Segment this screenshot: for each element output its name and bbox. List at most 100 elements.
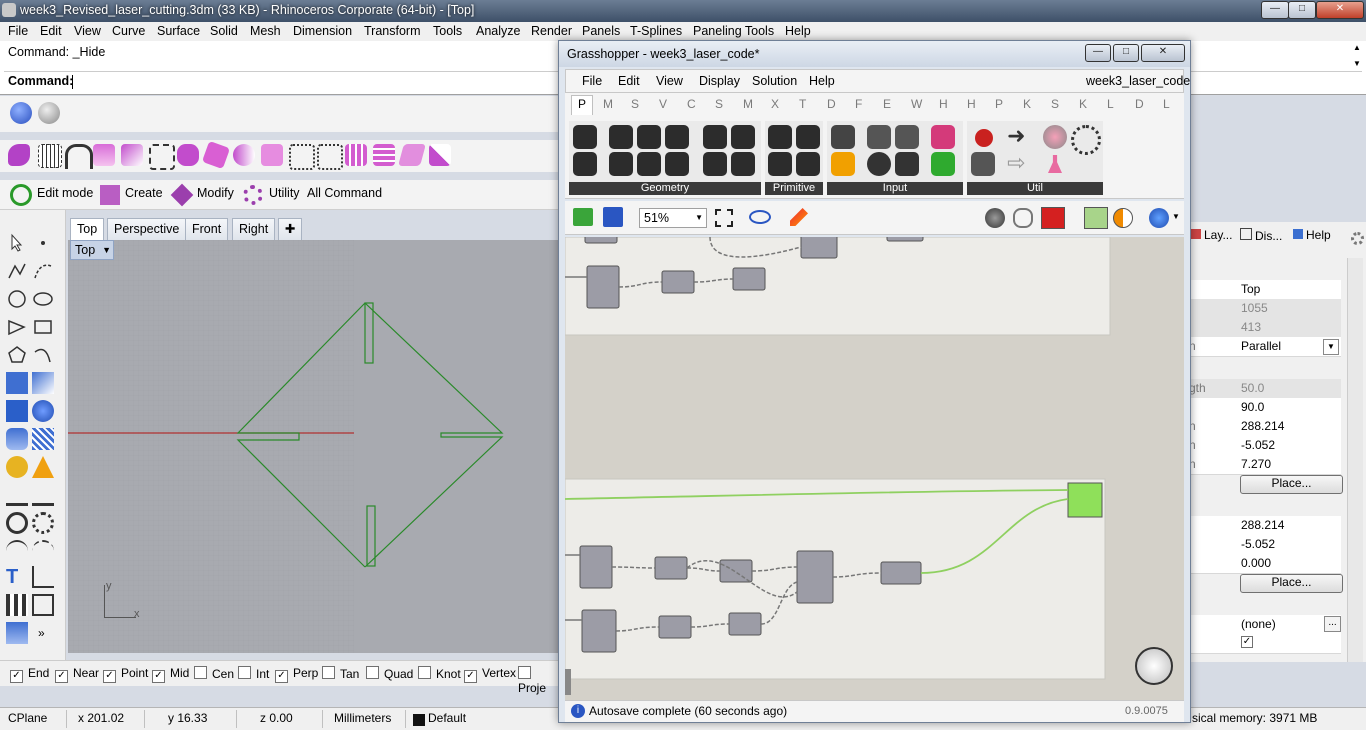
- gh-tab-transform[interactable]: T: [799, 97, 806, 111]
- split-icon[interactable]: [32, 484, 54, 506]
- gh-tab-s[interactable]: S: [1051, 97, 1059, 111]
- gh-menu-help[interactable]: Help: [809, 74, 835, 88]
- tab-create[interactable]: Create: [125, 186, 163, 200]
- gh-menu-view[interactable]: View: [656, 74, 683, 88]
- tab-right[interactable]: Right: [232, 218, 276, 240]
- sphere-icon[interactable]: [32, 400, 54, 422]
- add-viewport-icon[interactable]: ✚: [278, 218, 303, 240]
- menu-paneling-tools[interactable]: Paneling Tools: [693, 24, 774, 38]
- snap-int[interactable]: Int: [238, 666, 269, 681]
- boolean-param-icon[interactable]: [768, 125, 792, 149]
- menu-tsplines[interactable]: T-Splines: [630, 24, 682, 38]
- display-options-icon[interactable]: [1149, 208, 1169, 228]
- plane-param-icon[interactable]: [665, 125, 689, 149]
- top-viewport[interactable]: Top ▼ y x: [68, 240, 560, 653]
- tab-help[interactable]: Help: [1293, 228, 1331, 242]
- snap-vertex[interactable]: ✓ Vertex: [464, 666, 516, 683]
- snap-tan-checkbox[interactable]: [322, 666, 335, 679]
- menu-solid[interactable]: Solid: [210, 24, 238, 38]
- command-scroll-up[interactable]: ▲: [1350, 43, 1364, 55]
- gh-tab-curve[interactable]: C: [687, 97, 696, 111]
- tab-top[interactable]: Top: [70, 218, 105, 240]
- cluster-icon[interactable]: [1071, 125, 1101, 155]
- gh-tab-mesh[interactable]: M: [743, 97, 753, 111]
- menu-dimension[interactable]: Dimension: [293, 24, 352, 38]
- menu-surface[interactable]: Surface: [157, 24, 200, 38]
- gh-menu-edit[interactable]: Edit: [618, 74, 640, 88]
- tab-front[interactable]: Front: [185, 218, 229, 240]
- zoom-dropdown[interactable]: 51% ▼: [639, 208, 707, 228]
- menu-analyze[interactable]: Analyze: [476, 24, 520, 38]
- prop-value[interactable]: Parallel: [1241, 339, 1281, 353]
- line-param-icon[interactable]: [637, 152, 661, 176]
- integer-param-icon[interactable]: [768, 152, 792, 176]
- grid-view-icon[interactable]: [6, 594, 28, 616]
- arc-icon[interactable]: [6, 316, 28, 338]
- preview-mesh-icon[interactable]: [1113, 208, 1133, 228]
- snap-quad-checkbox[interactable]: [366, 666, 379, 679]
- snap-point-checkbox[interactable]: ✓: [103, 670, 116, 683]
- prop-value[interactable]: -5.052: [1241, 438, 1275, 452]
- snap-near-checkbox[interactable]: ✓: [55, 670, 68, 683]
- sketch-pen-icon[interactable]: [790, 208, 808, 226]
- snap-vertex-checkbox[interactable]: ✓: [464, 670, 477, 683]
- group-primitive-label[interactable]: Primitive: [765, 182, 823, 195]
- navigation-compass-icon[interactable]: [1135, 647, 1173, 685]
- gh-tab-k1[interactable]: K: [1023, 97, 1031, 111]
- more-tools-icon[interactable]: »: [38, 626, 60, 648]
- gh-tab-h2[interactable]: H: [967, 97, 976, 111]
- gh-tab-intersect[interactable]: X: [771, 97, 779, 111]
- ellipse-icon[interactable]: [32, 288, 54, 310]
- point-icon[interactable]: [32, 232, 54, 254]
- blob-shape-icon[interactable]: [8, 144, 30, 166]
- menu-file[interactable]: File: [8, 24, 28, 38]
- snap-end-checkbox[interactable]: ✓: [10, 670, 23, 683]
- save-file-icon[interactable]: [603, 207, 623, 227]
- circle-param-icon[interactable]: [609, 125, 633, 149]
- menu-render[interactable]: Render: [531, 24, 572, 38]
- chevron-down-icon[interactable]: ▼: [1323, 339, 1339, 355]
- arc-param-icon[interactable]: [609, 152, 633, 176]
- tab-utility[interactable]: Utility: [269, 186, 300, 200]
- grid-points-icon[interactable]: [38, 144, 62, 168]
- menu-transform[interactable]: Transform: [364, 24, 421, 38]
- snap-end[interactable]: ✓ End: [10, 666, 49, 683]
- prop-value[interactable]: 288.214: [1241, 419, 1284, 433]
- select-arrow-icon[interactable]: [6, 232, 28, 254]
- bend-icon[interactable]: [121, 144, 143, 166]
- gh-menu-file[interactable]: File: [582, 74, 602, 88]
- trim-icon[interactable]: [6, 484, 28, 506]
- snap-knot[interactable]: Knot: [418, 666, 461, 681]
- join-icon[interactable]: [6, 512, 28, 534]
- prop-value[interactable]: 7.270: [1241, 457, 1271, 471]
- command-input[interactable]: [72, 75, 73, 89]
- gh-tab-l2[interactable]: L: [1163, 97, 1170, 111]
- snap-mid-checkbox[interactable]: ✓: [152, 670, 165, 683]
- text-icon[interactable]: T: [6, 566, 28, 588]
- prop-row-projection[interactable]: n Parallel ▼: [1185, 337, 1341, 357]
- menu-edit[interactable]: Edit: [40, 24, 62, 38]
- snap-mid[interactable]: ✓ Mid: [152, 666, 189, 683]
- snap-int-checkbox[interactable]: [238, 666, 251, 679]
- gh-tab-f[interactable]: F: [855, 97, 862, 111]
- zoom-extents-icon[interactable]: [715, 209, 733, 227]
- flask-icon[interactable]: [1043, 152, 1067, 176]
- curve-icon[interactable]: [32, 260, 54, 282]
- prop-value[interactable]: 288.214: [1241, 518, 1284, 532]
- group-geometry-label[interactable]: Geometry: [569, 182, 761, 195]
- maximize-button[interactable]: □: [1288, 1, 1316, 19]
- boolean-toggle-icon[interactable]: [867, 125, 891, 149]
- snap-perp-checkbox[interactable]: ✓: [275, 670, 288, 683]
- snap-cen-checkbox[interactable]: [194, 666, 207, 679]
- tree-icon[interactable]: [971, 152, 995, 176]
- group-util-label[interactable]: Util: [967, 182, 1103, 195]
- hand-move-icon[interactable]: [261, 144, 283, 166]
- rectangle-param-icon[interactable]: [665, 152, 689, 176]
- number-slider-icon[interactable]: [895, 125, 919, 149]
- menu-tools[interactable]: Tools: [433, 24, 462, 38]
- colour-swatch-icon[interactable]: [931, 152, 955, 176]
- gh-menu-solution[interactable]: Solution: [752, 74, 797, 88]
- menu-mesh[interactable]: Mesh: [250, 24, 281, 38]
- cage-icon[interactable]: [177, 144, 199, 166]
- chevron-down-icon[interactable]: ▼: [1172, 212, 1180, 221]
